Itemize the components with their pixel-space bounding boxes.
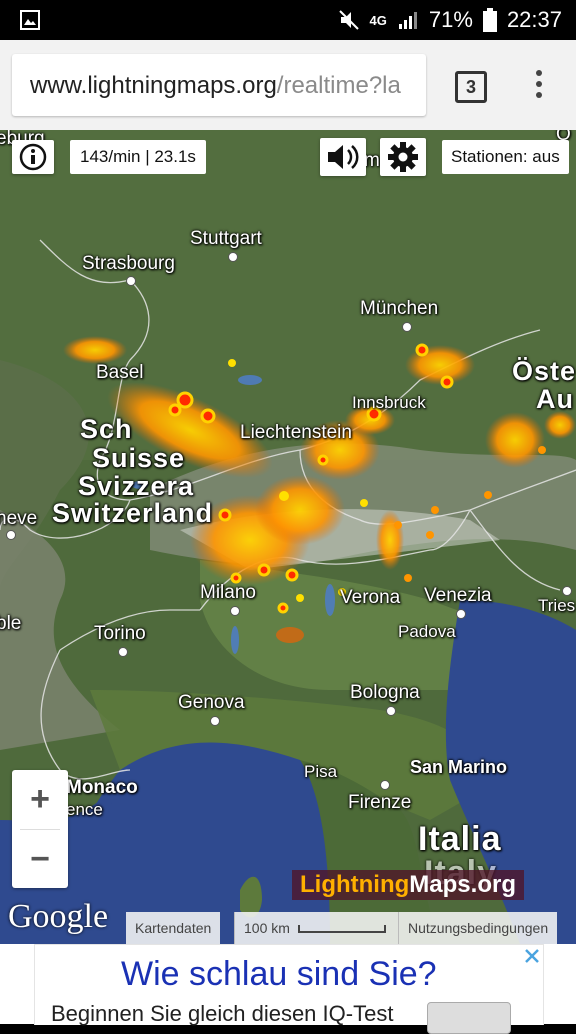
label-milano: Milano bbox=[200, 582, 256, 603]
city-dot bbox=[562, 586, 572, 596]
ad-title[interactable]: Wie schlau sind Sie? bbox=[121, 955, 437, 994]
label-bologna: Bologna bbox=[350, 682, 420, 703]
ad-cta-button[interactable] bbox=[427, 1002, 511, 1034]
url-path: /realtime?la bbox=[276, 72, 401, 99]
lightning-map[interactable]: eburg Ulm Ö Stuttgart Strasbourg München… bbox=[0, 130, 576, 944]
url-bar[interactable]: www.lightningmaps.org/realtime?la bbox=[12, 54, 426, 116]
label-liechtenstein: Liechtenstein bbox=[240, 422, 352, 443]
battery-percent: 71% bbox=[428, 7, 473, 32]
tab-switcher-button[interactable]: 3 bbox=[455, 71, 487, 103]
city-dot bbox=[126, 276, 136, 286]
label-padova: Padova bbox=[398, 622, 456, 641]
terms-link[interactable]: Nutzungsbedingungen bbox=[398, 912, 558, 944]
close-icon[interactable] bbox=[522, 946, 542, 966]
label-genova: Genova bbox=[178, 692, 245, 713]
label-suisse: Suisse bbox=[92, 443, 186, 473]
label-oesterreich: Öste bbox=[512, 356, 576, 386]
settings-button[interactable] bbox=[380, 138, 426, 176]
image-icon bbox=[20, 10, 40, 30]
label-ble: ble bbox=[0, 613, 22, 634]
label-torino: Torino bbox=[94, 623, 146, 644]
label-verona: Verona bbox=[340, 587, 401, 608]
label-san-marino: San Marino bbox=[410, 757, 508, 777]
gear-icon bbox=[388, 142, 418, 172]
city-dot bbox=[210, 716, 220, 726]
clock: 22:37 bbox=[506, 7, 562, 32]
stations-toggle-button[interactable]: Stationen: aus bbox=[442, 140, 569, 174]
city-dot bbox=[386, 706, 396, 716]
mute-icon bbox=[338, 10, 359, 30]
ad-box[interactable]: Wie schlau sind Sie? Beginnen Sie gleich… bbox=[34, 944, 544, 1034]
label-strasbourg: Strasbourg bbox=[82, 253, 175, 274]
label-austria: Au bbox=[536, 384, 574, 414]
speaker-icon bbox=[328, 145, 359, 169]
map-data-link[interactable]: Kartendaten bbox=[126, 912, 221, 944]
scale-line bbox=[297, 925, 386, 934]
strike-rate-display: 143/min | 23.1s bbox=[70, 140, 206, 174]
overflow-menu-icon[interactable] bbox=[534, 70, 544, 104]
label-nice: ence bbox=[66, 800, 103, 819]
label-trieste: Tries bbox=[538, 596, 576, 615]
ad-text: Beginnen Sie gleich diesen IQ-Test bbox=[51, 1001, 394, 1026]
city-dot bbox=[402, 322, 412, 332]
sound-toggle-button[interactable] bbox=[320, 138, 366, 176]
logo-part-maps: Maps.org bbox=[409, 871, 516, 898]
label-monaco: Monaco bbox=[66, 777, 138, 798]
city-dot bbox=[228, 252, 238, 262]
label-switzerland: Switzerland bbox=[52, 498, 214, 528]
label-venezia: Venezia bbox=[424, 585, 492, 606]
label-geneve: neve bbox=[0, 508, 38, 529]
label-stuttgart: Stuttgart bbox=[190, 228, 262, 249]
scale-label: 100 km bbox=[244, 920, 290, 936]
browser-toolbar: www.lightningmaps.org/realtime?la 3 bbox=[0, 40, 576, 130]
logo-part-lightning: Lightning bbox=[300, 871, 410, 898]
ad-banner[interactable]: Wie schlau sind Sie? Beginnen Sie gleich… bbox=[0, 944, 576, 1034]
label-muenchen: München bbox=[360, 298, 439, 319]
signal-icon bbox=[398, 12, 417, 29]
city-dot bbox=[6, 530, 16, 540]
zoom-control: + − bbox=[12, 770, 68, 888]
label-schweiz: Sch bbox=[80, 414, 133, 444]
google-logo: Google bbox=[8, 898, 109, 935]
url-domain: www.lightningmaps.org bbox=[30, 72, 277, 99]
label-basel: Basel bbox=[96, 362, 144, 383]
zoom-out-button[interactable]: − bbox=[12, 830, 68, 888]
lightningmaps-logo[interactable]: LightningMaps.org bbox=[292, 870, 524, 900]
scale-bar: 100 km bbox=[234, 912, 398, 944]
city-dot bbox=[456, 609, 466, 619]
url-text: www.lightningmaps.org/realtime?la bbox=[30, 72, 401, 100]
city-dot bbox=[380, 780, 390, 790]
label-innsbruck: Innsbruck bbox=[352, 393, 426, 412]
city-dot bbox=[230, 606, 240, 616]
city-dot bbox=[118, 647, 128, 657]
network-type: 4G bbox=[369, 12, 387, 28]
battery-icon bbox=[482, 8, 497, 32]
label-pisa: Pisa bbox=[304, 762, 338, 781]
label-firenze: Firenze bbox=[348, 792, 412, 813]
info-button[interactable] bbox=[12, 140, 54, 174]
status-bar: 4G 71% 22:37 bbox=[0, 0, 576, 40]
info-icon bbox=[19, 143, 47, 171]
zoom-in-button[interactable]: + bbox=[12, 770, 68, 828]
